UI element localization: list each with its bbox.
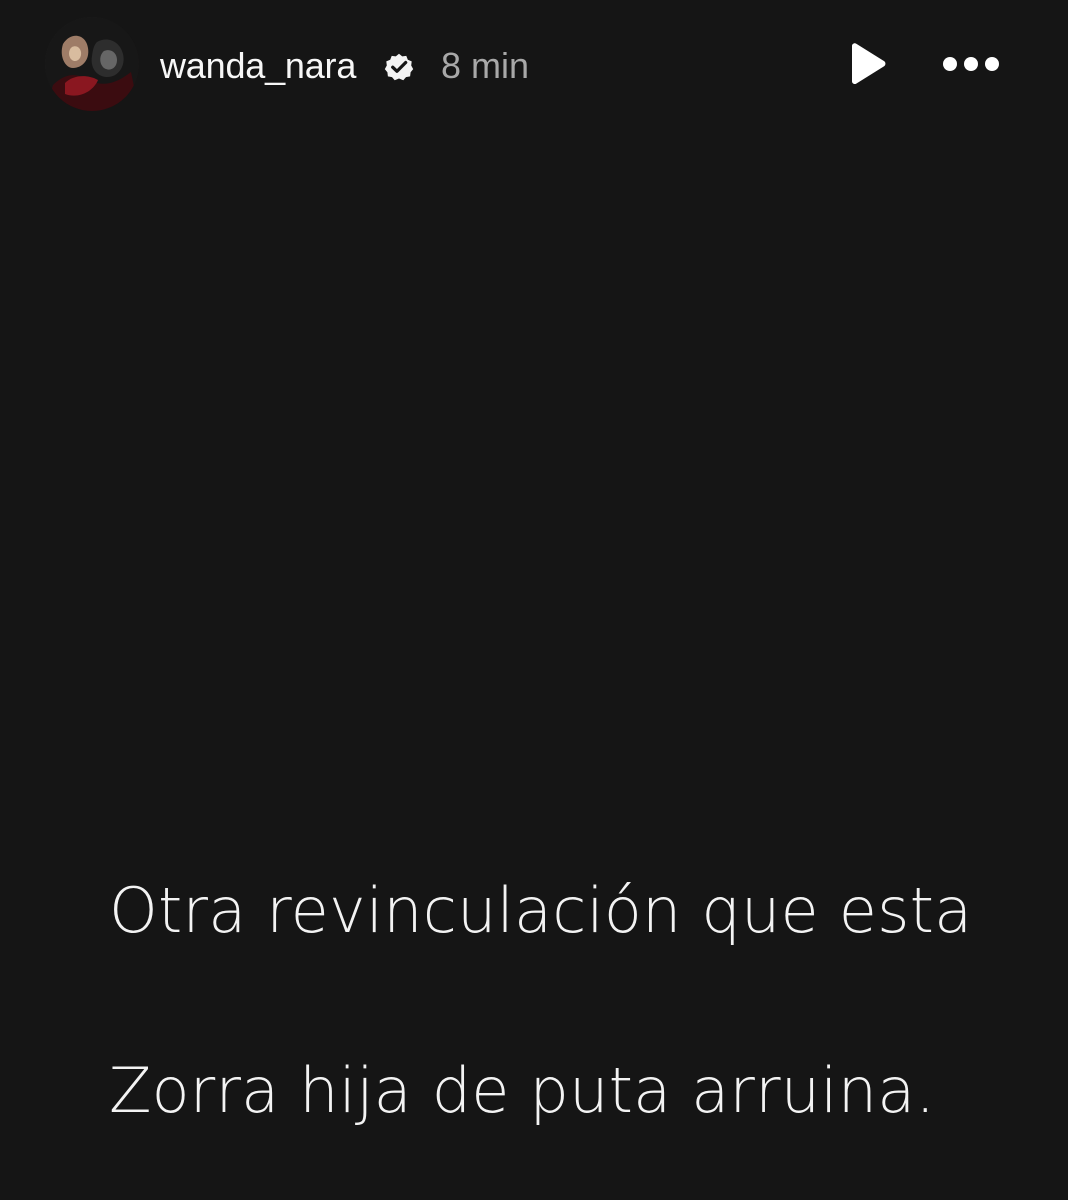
- more-options-icon: [943, 57, 999, 71]
- profile-avatar[interactable]: [45, 17, 139, 111]
- more-options-button[interactable]: [936, 40, 1006, 90]
- story-viewer: wanda_nara 8 min Otra revinculación que …: [0, 0, 1068, 1200]
- story-header: wanda_nara 8 min: [0, 0, 1068, 130]
- username[interactable]: wanda_nara: [160, 43, 356, 89]
- verified-badge-icon: [384, 53, 414, 81]
- play-button[interactable]: [842, 40, 892, 90]
- story-time: 8 min: [441, 45, 530, 86]
- story-text-line-2: Zorra hija de puta arruina.: [109, 1054, 936, 1127]
- profile-photo-icon: [45, 17, 139, 111]
- story-text-line-1: Otra revinculación que esta: [109, 874, 973, 947]
- story-text: Otra revinculación que esta Zorra hija d…: [109, 776, 1009, 1200]
- play-icon: [852, 43, 886, 85]
